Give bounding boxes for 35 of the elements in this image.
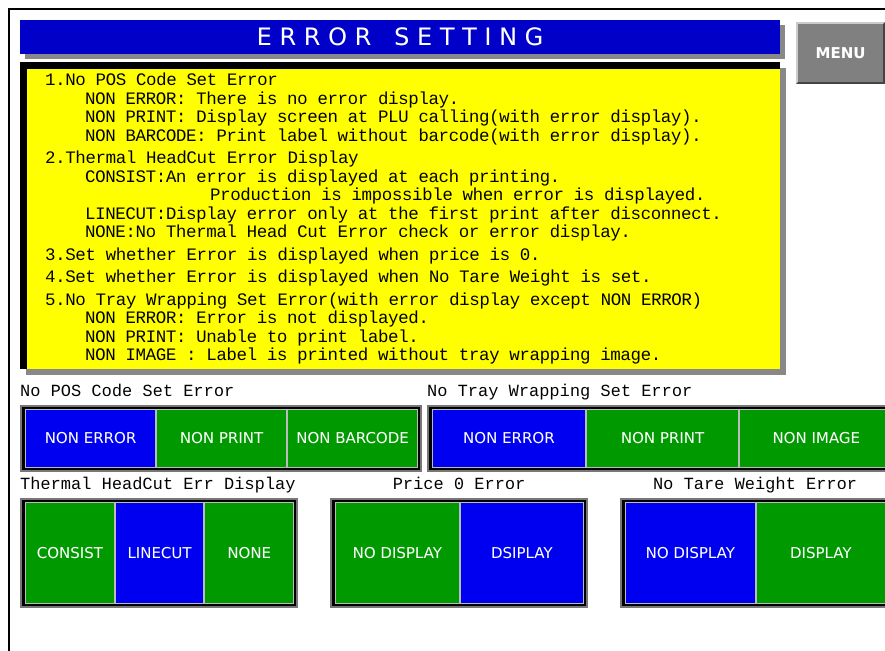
- help-heading: 2.Thermal HeadCut Error Display: [45, 150, 360, 168]
- group-label: No Tray Wrapping Set Error: [427, 382, 694, 404]
- option-button[interactable]: NO DISPLAY: [335, 502, 460, 604]
- option-button[interactable]: NON ERROR: [432, 408, 586, 468]
- help-text: NON IMAGE : Label is printed without tray wrapping image.: [84, 347, 662, 366]
- option-button[interactable]: NONE: [204, 502, 294, 604]
- group-label: Price 0 Error: [392, 474, 526, 496]
- help-text: NON BARCODE: Print label without barcode(with error display).: [84, 128, 702, 146]
- help-text: Production is impossible when error is displayed.: [209, 187, 706, 206]
- help-text: CONSIST:An error is displayed at each printing.: [84, 168, 561, 187]
- help-heading: 4.Set whether Error is displayed when No Tare Weight is set.: [45, 269, 652, 288]
- option-button[interactable]: DSIPLAY: [460, 502, 584, 604]
- help-heading: 3.Set whether Error is displayed when price is 0.: [45, 246, 541, 265]
- group-label: No POS Code Set Error: [20, 382, 236, 404]
- help-heading: 5.No Tray Wrapping Set Error(with error display except NON ERROR): [45, 292, 703, 310]
- option-button[interactable]: NON PRINT: [586, 408, 740, 468]
- option-button[interactable]: CONSIST: [25, 502, 115, 604]
- group-label: No Tare Weight Error: [652, 474, 858, 496]
- option-button[interactable]: NON BARCODE: [287, 408, 418, 468]
- option-button[interactable]: NON ERROR: [25, 408, 156, 468]
- option-button[interactable]: DISPLAY: [756, 502, 885, 604]
- help-text: NON PRINT: Unable to print label.: [84, 328, 418, 347]
- help-heading: 1.No POS Code Set Error: [45, 72, 278, 90]
- help-text: NON ERROR: Error is not displayed.: [84, 310, 430, 328]
- option-button[interactable]: NO DISPLAY: [625, 502, 756, 604]
- option-button[interactable]: LINECUT: [114, 502, 204, 604]
- option-button[interactable]: NON IMAGE: [739, 408, 885, 468]
- help-text: LINECUT:Display error only at the first print after disconnect.: [84, 206, 722, 224]
- menu-button[interactable]: MENU: [796, 22, 885, 84]
- screen-title: E R R O R S E T T I N G: [20, 20, 780, 54]
- option-button[interactable]: NON PRINT: [156, 408, 287, 468]
- help-text: NON PRINT: Display screen at PLU calling(with error display).: [84, 109, 702, 128]
- help-text: NONE:No Thermal Head Cut Error check or error display.: [84, 224, 632, 242]
- group-label: Thermal HeadCut Err Display: [20, 474, 296, 496]
- help-text: NON ERROR: There is no error display.: [84, 90, 459, 109]
